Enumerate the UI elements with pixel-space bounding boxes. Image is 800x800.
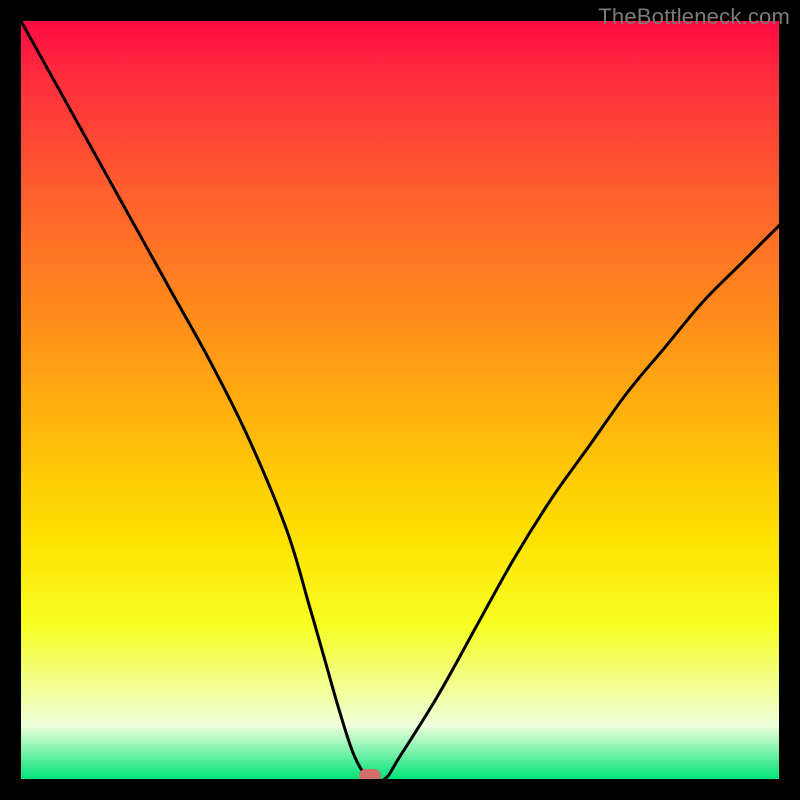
curve-path — [21, 21, 779, 779]
chart-frame: TheBottleneck.com — [0, 0, 800, 800]
bottleneck-curve — [21, 21, 779, 779]
ideal-point-marker — [359, 769, 381, 779]
watermark-text: TheBottleneck.com — [598, 4, 790, 30]
plot-area — [21, 21, 779, 779]
